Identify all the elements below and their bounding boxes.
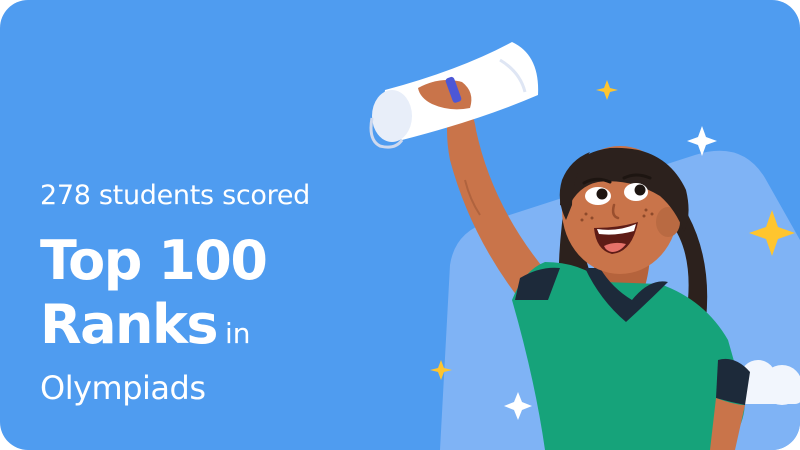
headline-ranks-line: Ranks in: [40, 298, 251, 352]
sparkle-icon: [596, 80, 618, 100]
headline-top-ranks: Top 100: [40, 229, 268, 292]
headline-olympiads: Olympiads: [40, 369, 206, 407]
headline: 278 students scored Top 100 Ranks in Olym…: [40, 180, 310, 404]
headline-ranks-word: Ranks: [40, 293, 219, 356]
promo-banner: 278 students scored Top 100 Ranks in Olym…: [0, 0, 800, 450]
headline-in-word: in: [225, 317, 251, 350]
headline-count-line: 278 students scored: [40, 180, 310, 211]
